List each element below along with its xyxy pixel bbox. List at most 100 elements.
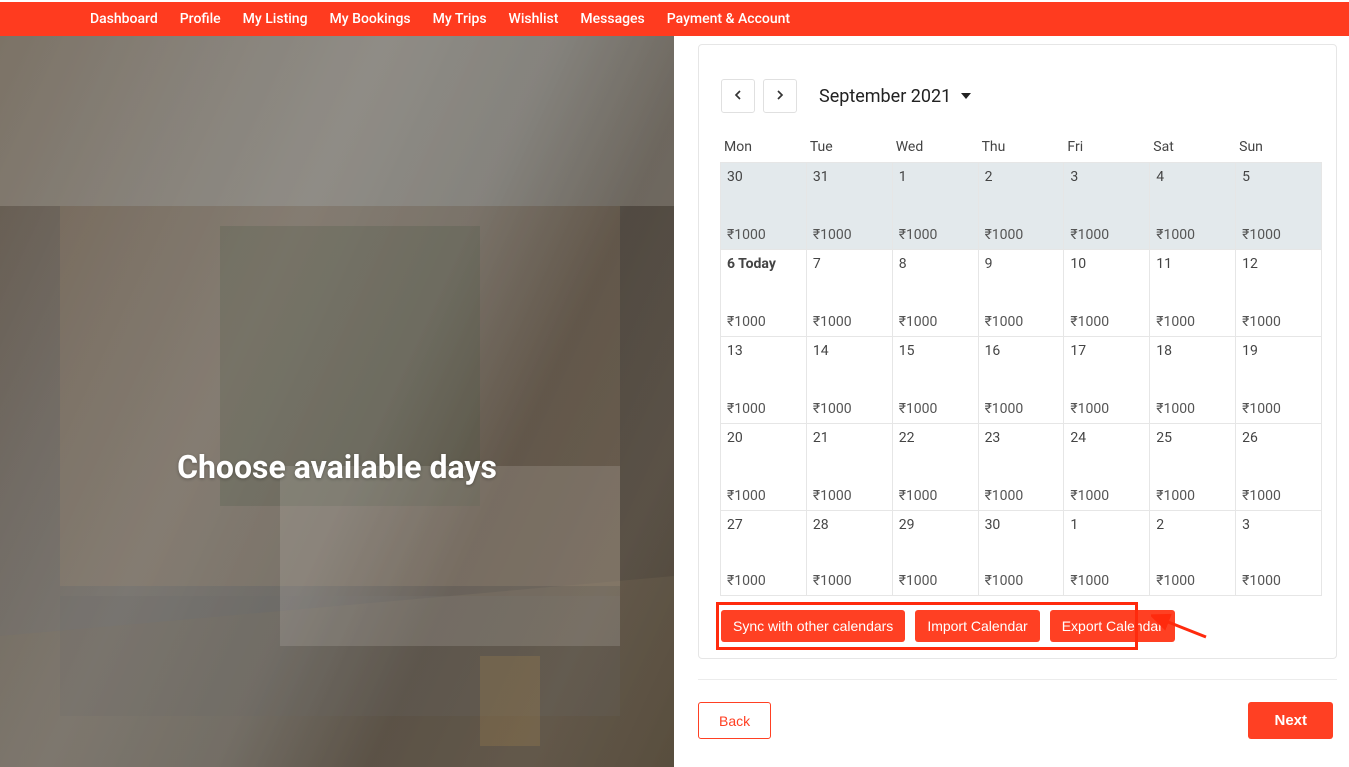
- calendar-day-price: ₹1000: [1070, 573, 1145, 589]
- calendar-day-price: ₹1000: [985, 488, 1060, 504]
- calendar-day-number: 11: [1156, 256, 1231, 272]
- sync-calendars-button[interactable]: Sync with other calendars: [721, 610, 905, 642]
- calendar-day-price: ₹1000: [1242, 401, 1317, 417]
- nav-my-trips[interactable]: My Trips: [433, 11, 487, 27]
- calendar-prev-button[interactable]: [721, 79, 755, 113]
- nav-dashboard[interactable]: Dashboard: [90, 11, 158, 27]
- calendar-day-cell[interactable]: 12₹1000: [1235, 249, 1322, 337]
- calendar-day-cell[interactable]: 15 ₹1000: [892, 336, 979, 424]
- calendar-day-cell[interactable]: 24₹1000: [1063, 423, 1150, 511]
- month-select[interactable]: September 2021: [819, 86, 971, 107]
- calendar-next-button[interactable]: [763, 79, 797, 113]
- calendar-day-number: 31: [813, 169, 888, 185]
- calendar-day-header: Wed: [893, 139, 979, 163]
- calendar-day-cell[interactable]: 13₹1000: [720, 336, 807, 424]
- calendar-day-price: ₹1000: [727, 573, 802, 589]
- calendar-day-number: 25: [1156, 430, 1231, 446]
- calendar-day-cell[interactable]: 30 ₹1000: [720, 162, 807, 250]
- calendar-day-cell[interactable]: 19₹1000: [1235, 336, 1322, 424]
- nav-payment-account[interactable]: Payment & Account: [667, 11, 790, 27]
- calendar-day-cell[interactable]: 6 Today ₹1000: [720, 249, 807, 337]
- calendar-day-cell[interactable]: 30₹1000: [978, 510, 1065, 596]
- calendar-day-cell[interactable]: 26₹1000: [1235, 423, 1322, 511]
- calendar-day-price: ₹1000: [727, 227, 802, 243]
- calendar-day-price: ₹1000: [1242, 573, 1317, 589]
- calendar-day-price: ₹1000: [1156, 488, 1231, 504]
- calendar-day-number: 15: [899, 343, 974, 359]
- calendar-day-price: ₹1000: [899, 401, 974, 417]
- calendar-day-cell[interactable]: 25 ₹1000: [1149, 423, 1236, 511]
- calendar-day-number: 21: [813, 430, 888, 446]
- calendar-grid: MonTueWedThuFriSatSun30₹100031₹10001₹100…: [721, 139, 1322, 596]
- caret-down-icon: [961, 93, 971, 99]
- calendar-day-cell[interactable]: 1₹1000: [892, 162, 979, 250]
- calendar-day-cell[interactable]: 8 ₹1000: [892, 249, 979, 337]
- calendar-day-number: 3: [1070, 169, 1145, 185]
- calendar-day-cell[interactable]: 3₹1000: [1063, 162, 1150, 250]
- calendar-day-number: 2: [985, 169, 1060, 185]
- calendar-day-cell[interactable]: 4 ₹1000: [1149, 162, 1236, 250]
- calendar-day-cell[interactable]: 28 ₹1000: [806, 510, 893, 596]
- calendar-day-price: ₹1000: [813, 401, 888, 417]
- import-calendar-button[interactable]: Import Calendar: [915, 610, 1039, 642]
- calendar-day-number: 2: [1156, 517, 1231, 533]
- calendar-day-price: ₹1000: [985, 227, 1060, 243]
- hero-banner: Choose available days: [0, 36, 674, 767]
- calendar-day-cell[interactable]: 2₹1000: [1149, 510, 1236, 596]
- calendar-day-number: 8: [899, 256, 974, 272]
- calendar-day-cell[interactable]: 5₹1000: [1235, 162, 1322, 250]
- calendar-day-cell[interactable]: 22₹1000: [892, 423, 979, 511]
- calendar-day-cell[interactable]: 1 ₹1000: [1063, 510, 1150, 596]
- calendar-day-cell[interactable]: 7₹1000: [806, 249, 893, 337]
- calendar-day-number: 13: [727, 343, 802, 359]
- calendar-day-price: ₹1000: [1070, 488, 1145, 504]
- calendar-day-price: ₹1000: [899, 314, 974, 330]
- calendar-day-cell[interactable]: 10₹1000: [1063, 249, 1150, 337]
- calendar-day-cell[interactable]: 16₹1000: [978, 336, 1065, 424]
- calendar-day-price: ₹1000: [899, 227, 974, 243]
- calendar-day-price: ₹1000: [813, 573, 888, 589]
- calendar-day-cell[interactable]: 29₹1000: [892, 510, 979, 596]
- nav-my-listing[interactable]: My Listing: [243, 11, 308, 27]
- nav-messages[interactable]: Messages: [580, 11, 644, 27]
- calendar-day-cell[interactable]: 21₹1000: [806, 423, 893, 511]
- calendar-day-number: 27: [727, 517, 802, 533]
- calendar-day-cell[interactable]: 17₹1000: [1063, 336, 1150, 424]
- calendar-day-price: ₹1000: [727, 314, 802, 330]
- calendar-day-number: 26: [1242, 430, 1317, 446]
- calendar-day-cell[interactable]: 20₹1000: [720, 423, 807, 511]
- next-button[interactable]: Next: [1248, 702, 1333, 739]
- calendar-day-cell[interactable]: 23₹1000: [978, 423, 1065, 511]
- nav-profile[interactable]: Profile: [180, 11, 221, 27]
- calendar-day-header: Thu: [979, 139, 1065, 163]
- calendar-day-price: ₹1000: [1070, 401, 1145, 417]
- nav-my-bookings[interactable]: My Bookings: [330, 11, 411, 27]
- back-button[interactable]: Back: [698, 702, 771, 739]
- calendar-day-number: 7: [813, 256, 888, 272]
- calendar-day-price: ₹1000: [1156, 314, 1231, 330]
- calendar-day-price: ₹1000: [899, 573, 974, 589]
- calendar-day-cell[interactable]: 27 ₹1000: [720, 510, 807, 596]
- calendar-day-number: 5: [1242, 169, 1317, 185]
- calendar-day-number: 1: [1070, 517, 1145, 533]
- calendar-day-header: Mon: [721, 139, 807, 163]
- calendar-day-number: 20: [727, 430, 802, 446]
- calendar-day-header: Tue: [807, 139, 893, 163]
- chevron-right-icon: [772, 87, 788, 106]
- calendar-day-cell[interactable]: 31₹1000: [806, 162, 893, 250]
- calendar-day-price: ₹1000: [1156, 227, 1231, 243]
- calendar-day-number: 28: [813, 517, 888, 533]
- calendar-day-cell[interactable]: 2 ₹1000: [978, 162, 1065, 250]
- nav-wishlist[interactable]: Wishlist: [509, 11, 559, 27]
- export-calendar-button[interactable]: Export Calendar: [1050, 610, 1175, 642]
- calendar-day-cell[interactable]: 3₹1000: [1235, 510, 1322, 596]
- calendar-day-cell[interactable]: 18₹1000: [1149, 336, 1236, 424]
- calendar-day-price: ₹1000: [1070, 314, 1145, 330]
- calendar-day-number: 30: [727, 169, 802, 185]
- calendar-day-number: 4: [1156, 169, 1231, 185]
- calendar-day-cell[interactable]: 9₹1000: [978, 249, 1065, 337]
- calendar-day-cell[interactable]: 14₹1000: [806, 336, 893, 424]
- calendar-day-cell[interactable]: 11 ₹1000: [1149, 249, 1236, 337]
- calendar-day-price: ₹1000: [985, 314, 1060, 330]
- calendar-day-number: 6 Today: [727, 256, 802, 272]
